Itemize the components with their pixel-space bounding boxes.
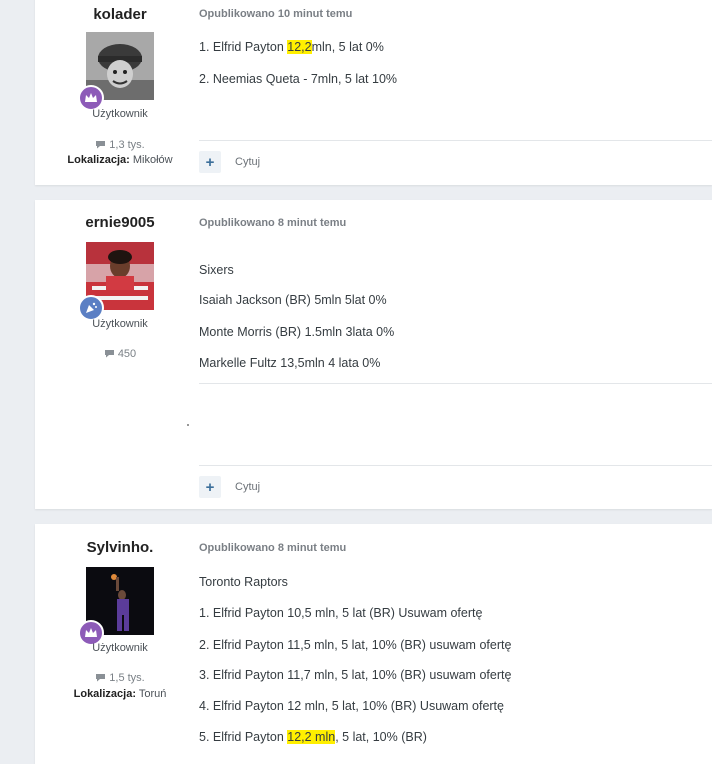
content-line: 2. Elfrid Payton 11,5 mln, 5 lat, 10% (B… — [199, 638, 512, 652]
multiquote-plus-button[interactable]: + — [199, 476, 221, 498]
author-name[interactable]: ernie9005 — [35, 214, 205, 231]
user-role: Użytkownik — [92, 108, 148, 120]
content-line: 2. Neemias Queta - 7mln, 5 lat 10% — [199, 72, 398, 86]
post-date[interactable]: Opublikowano 10 minut temu — [199, 8, 352, 20]
comment-icon — [95, 140, 106, 152]
content-line: Markelle Fultz 13,5mln 4 lata 0% — [199, 356, 381, 370]
divider — [199, 465, 712, 466]
divider — [199, 383, 712, 384]
line-text: mln, 5 lat 0% — [311, 40, 384, 54]
post-sylvinho: Sylvinho. Użytkownik 1,5 tys. Lokalizacj… — [35, 524, 712, 764]
post-count[interactable]: 1,5 tys. — [35, 672, 205, 685]
post-kolader: kolader Użytkownik 1,3 tys. Lokalizacja:… — [35, 0, 712, 185]
line-text: , 5 lat, 10% (BR) — [335, 730, 427, 744]
divider — [199, 140, 712, 141]
content-line: Monte Morris (BR) 1.5mln 3lata 0% — [199, 325, 395, 339]
content-line: 1. Elfrid Payton 10,5 mln, 5 lat (BR) Us… — [199, 606, 483, 620]
comment-icon — [95, 673, 106, 685]
content-line: 4. Elfrid Payton 12 mln, 5 lat, 10% (BR)… — [199, 699, 504, 713]
highlight: 12,2 mln — [287, 730, 336, 744]
author-name[interactable]: kolader — [35, 6, 205, 23]
avatar[interactable] — [78, 32, 154, 111]
post-count[interactable]: 450 — [35, 348, 205, 361]
avatar[interactable] — [78, 567, 154, 646]
post-count-value: 1,3 tys. — [109, 139, 145, 151]
post-ernie9005: ernie9005 Użytkownik 450 Opublikowano 8 … — [35, 200, 712, 509]
author-name[interactable]: Sylvinho. — [35, 539, 205, 556]
post-count-value: 1,5 tys. — [109, 672, 145, 684]
user-role: Użytkownik — [92, 318, 148, 330]
bullet-dot — [187, 424, 189, 426]
comment-icon — [104, 349, 115, 361]
quote-button[interactable]: Cytuj — [235, 156, 260, 168]
location-label: Lokalizacja: — [73, 688, 136, 700]
location-value: Mikołów — [132, 154, 173, 166]
content-line: Toronto Raptors — [199, 575, 288, 589]
content-line: 3. Elfrid Payton 11,7 mln, 5 lat, 10% (B… — [199, 668, 512, 682]
post-date[interactable]: Opublikowano 8 minut temu — [199, 542, 346, 554]
line-text: 1. Elfrid Payton — [199, 40, 288, 54]
post-date[interactable]: Opublikowano 8 minut temu — [199, 217, 346, 229]
post-actions: + Cytuj — [199, 151, 260, 173]
location: Lokalizacja: Mikołów — [35, 154, 205, 166]
location-value: Toruń — [138, 688, 167, 700]
post-actions: + Cytuj — [199, 476, 260, 498]
quote-button[interactable]: Cytuj — [235, 481, 260, 493]
post-count-value: 450 — [117, 348, 137, 360]
location-label: Lokalizacja: — [67, 154, 130, 166]
content-line: 5. Elfrid Payton 12,2 mln, 5 lat, 10% (B… — [199, 730, 427, 744]
post-count[interactable]: 1,3 tys. — [35, 139, 205, 152]
highlight: 12,2 — [287, 40, 312, 54]
location: Lokalizacja: Toruń — [35, 688, 205, 700]
content-line: Isaiah Jackson (BR) 5mln 5lat 0% — [199, 293, 387, 307]
multiquote-plus-button[interactable]: + — [199, 151, 221, 173]
user-role: Użytkownik — [92, 642, 148, 654]
avatar[interactable] — [78, 242, 154, 321]
line-text: 5. Elfrid Payton — [199, 730, 288, 744]
content-line: 1. Elfrid Payton 12,2mln, 5 lat 0% — [199, 40, 384, 54]
content-line: Sixers — [199, 263, 234, 277]
